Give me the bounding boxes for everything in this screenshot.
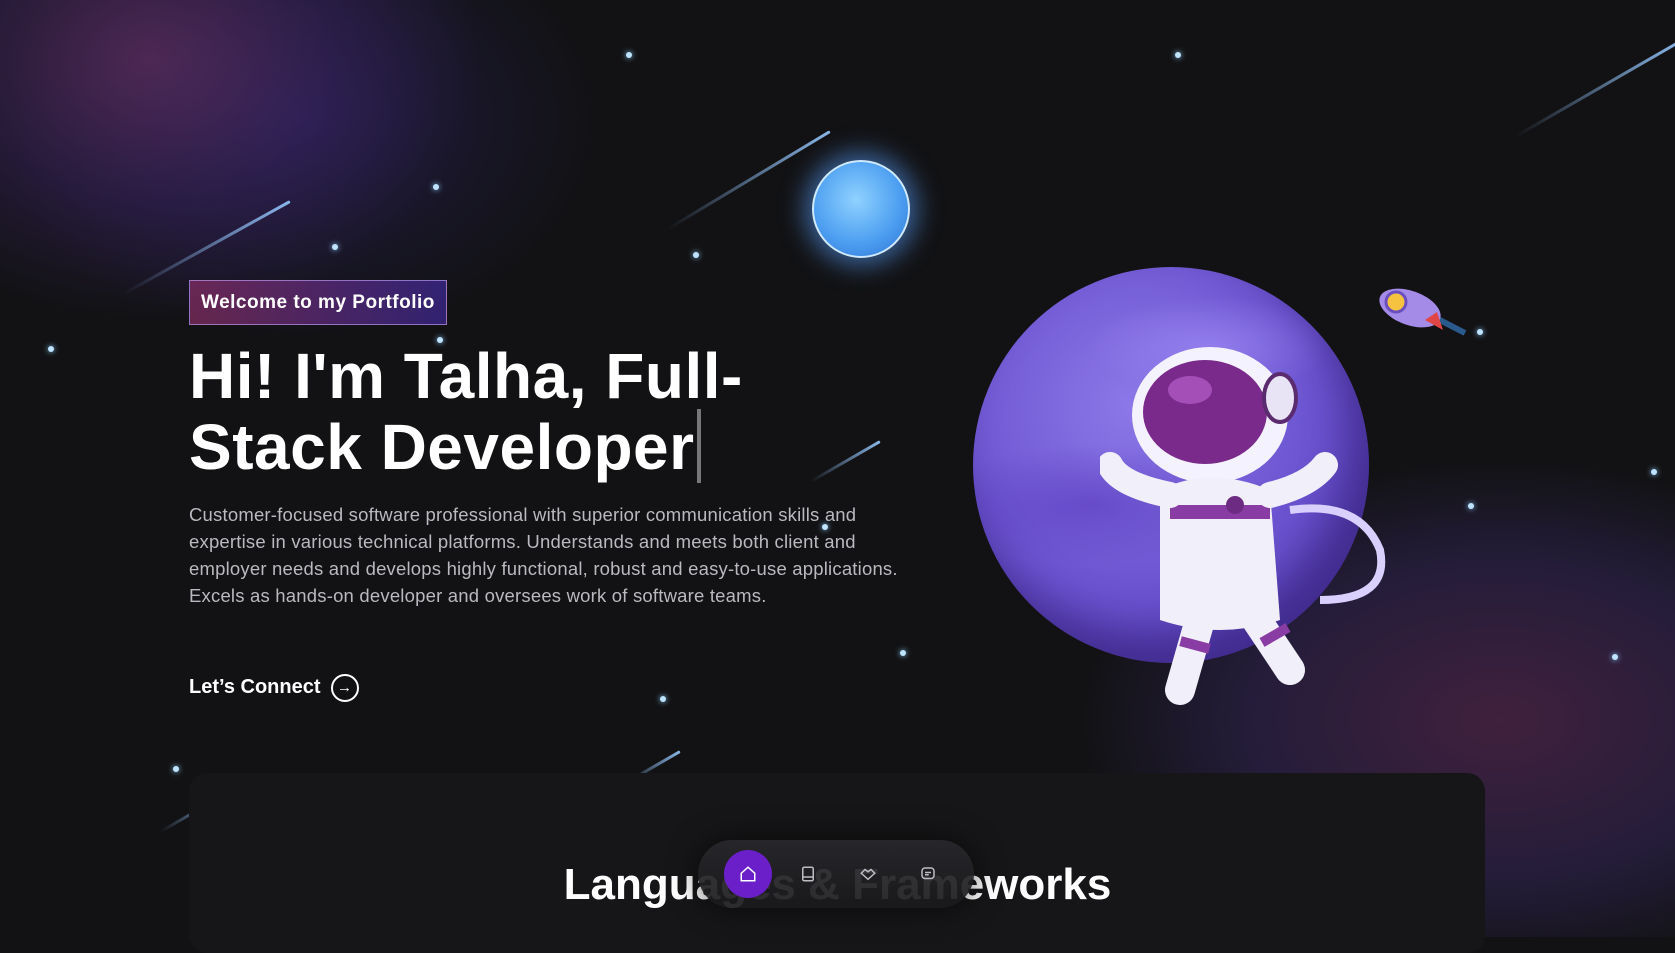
meteor-2: [666, 130, 831, 231]
nav-contact-button[interactable]: [904, 850, 952, 898]
nav-projects-button[interactable]: [784, 850, 832, 898]
hero-section: Welcome to my Portfolio Hi! I'm Talha, F…: [189, 280, 909, 702]
floating-nav-dock: [698, 840, 974, 908]
lets-connect-button[interactable]: Let’s Connect →: [189, 673, 359, 702]
hero-headline: Hi! I'm Talha, Full-Stack Developer: [189, 343, 909, 483]
home-icon: [740, 866, 756, 882]
hero-description: Customer-focused software professional w…: [189, 504, 898, 606]
welcome-badge: Welcome to my Portfolio: [189, 280, 447, 325]
book-icon: [802, 866, 814, 882]
lets-connect-label: Let’s Connect: [189, 676, 321, 698]
nav-skills-button[interactable]: [844, 850, 892, 898]
nav-home-button[interactable]: [724, 850, 772, 898]
meteor-3: [1514, 40, 1675, 138]
chat-icon: [921, 867, 935, 880]
arrow-right-circle-icon: →: [330, 673, 359, 702]
hero-headline-text: Hi! I'm Talha, Full-Stack Developer: [189, 340, 743, 483]
rocket-illustration: [1379, 288, 1467, 336]
astronaut-illustration: [1100, 347, 1386, 705]
handshake-icon: [860, 868, 876, 881]
glowing-moon-image: [812, 160, 910, 258]
typing-cursor: [696, 409, 701, 483]
